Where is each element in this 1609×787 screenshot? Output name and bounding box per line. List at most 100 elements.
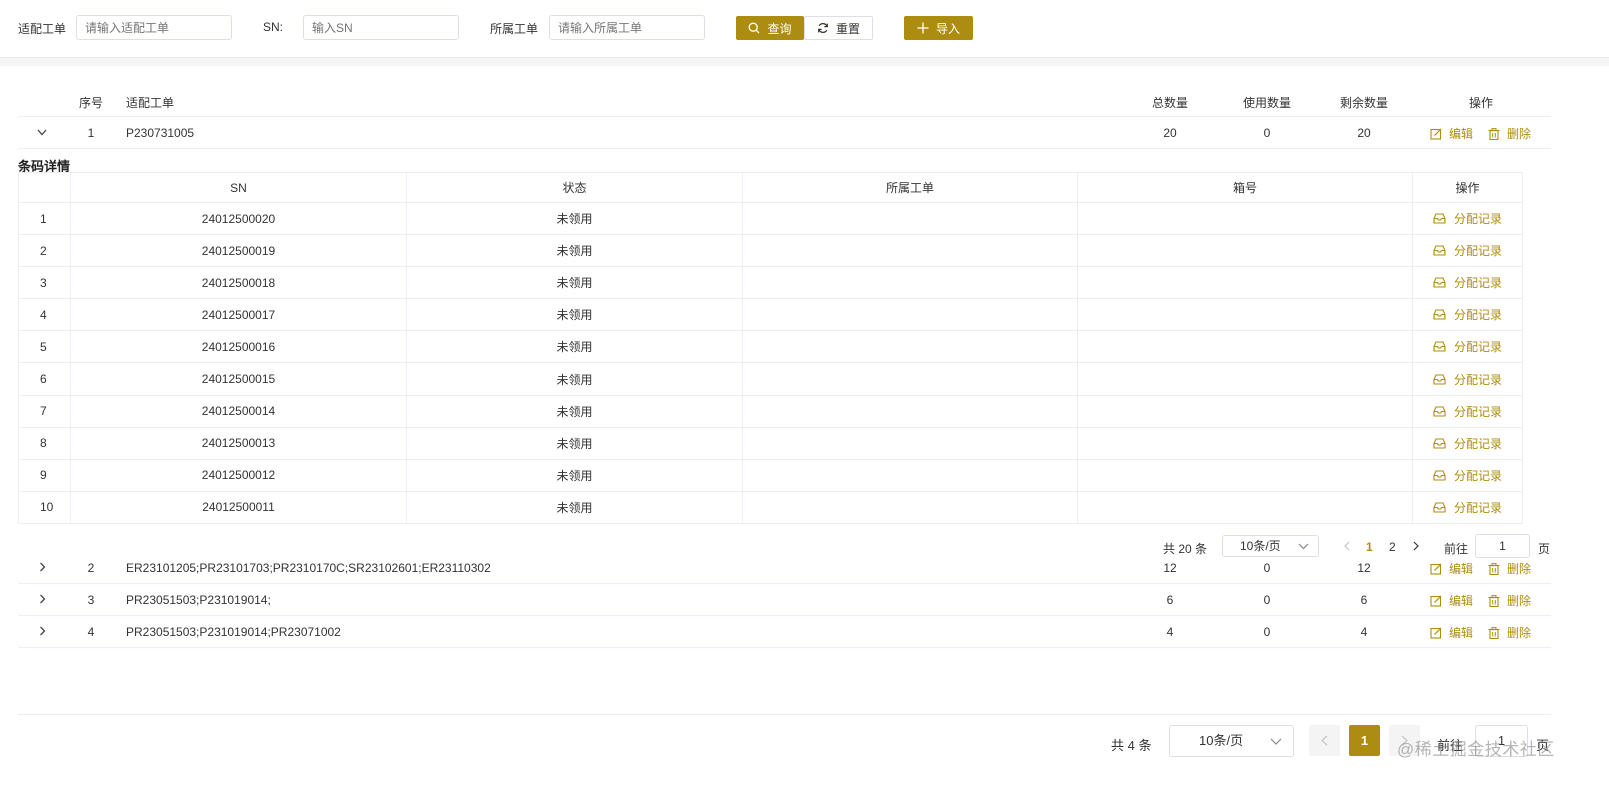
allocation-record-button[interactable]: 分配记录: [1433, 403, 1502, 420]
chevron-right-icon: [1413, 541, 1419, 551]
allocation-record-button[interactable]: 分配记录: [1433, 435, 1502, 452]
detail-page-size-value: 10条/页: [1240, 539, 1281, 553]
detail-header-actions: 操作: [1412, 172, 1523, 203]
detail-row-actions: 分配记录: [1412, 330, 1523, 364]
chevron-left-icon: [1321, 735, 1328, 746]
row-used: 0: [1263, 561, 1271, 575]
sn-input[interactable]: [303, 15, 459, 40]
detail-row-status: 未领用: [406, 234, 743, 268]
reset-button[interactable]: 重置: [804, 16, 873, 40]
reset-label: 重置: [835, 21, 860, 36]
allocation-record-button[interactable]: 分配记录: [1433, 306, 1502, 323]
delete-button[interactable]: 删除: [1488, 125, 1531, 142]
detail-header-row: SN 状态 所属工单 箱号 操作: [18, 172, 1523, 203]
edit-button[interactable]: 编辑: [1430, 125, 1473, 142]
detail-row-sn: 24012500016: [70, 330, 407, 364]
delete-label: 删除: [1507, 594, 1532, 608]
query-button[interactable]: 查询: [736, 16, 804, 40]
inbox-icon: [1433, 502, 1446, 513]
expand-icon[interactable]: [36, 624, 48, 638]
row-total: 12: [1163, 561, 1177, 575]
page-size-value: 10条/页: [1199, 733, 1244, 748]
edit-button[interactable]: 编辑: [1430, 560, 1473, 577]
allocation-record-label: 分配记录: [1453, 372, 1502, 387]
detail-row-index: 1: [18, 201, 71, 236]
edit-button[interactable]: 编辑: [1430, 624, 1473, 641]
expand-icon[interactable]: [36, 592, 48, 606]
inbox-icon: [1433, 245, 1446, 256]
detail-row-owner-order: [742, 426, 1078, 460]
edit-icon: [1430, 128, 1442, 140]
delete-label: 删除: [1507, 562, 1532, 576]
page-size-select[interactable]: 10条/页: [1169, 725, 1294, 757]
row-remaining: 4: [1360, 625, 1368, 639]
allocation-record-button[interactable]: 分配记录: [1433, 499, 1502, 516]
row-work-order: P230731005: [126, 126, 195, 140]
allocation-record-button[interactable]: 分配记录: [1433, 467, 1502, 484]
detail-row-actions: 分配记录: [1412, 426, 1523, 460]
detail-row-owner-order: [742, 362, 1078, 396]
trash-icon: [1488, 626, 1500, 639]
owner-order-input[interactable]: [549, 15, 705, 40]
search-icon: [748, 22, 760, 34]
chevron-left-icon: [1344, 541, 1350, 551]
detail-row-actions: 分配记录: [1412, 234, 1523, 268]
page-1-button[interactable]: 1: [1349, 725, 1380, 756]
detail-row: 7 24012500014 未领用 分配记录: [18, 394, 1523, 428]
expand-icon[interactable]: [36, 560, 48, 574]
detail-row-sn: 24012500015: [70, 362, 407, 396]
table-row: 1 P230731005 20 0 20 编辑 删除: [18, 117, 1551, 149]
detail-row-box-no: [1077, 298, 1413, 332]
row-index: 4: [87, 625, 95, 639]
allocation-record-button[interactable]: 分配记录: [1433, 338, 1502, 355]
inbox-icon: [1433, 438, 1446, 449]
detail-row-status: 未领用: [406, 394, 743, 428]
allocation-record-button[interactable]: 分配记录: [1433, 210, 1502, 227]
detail-row-box-no: [1077, 490, 1413, 524]
work-order-label: 适配工单: [18, 22, 67, 36]
header-total: 总数量: [1151, 96, 1189, 110]
row-total: 20: [1163, 126, 1177, 140]
allocation-record-button[interactable]: 分配记录: [1433, 274, 1502, 291]
detail-row-owner-order: [742, 458, 1078, 492]
allocation-record-label: 分配记录: [1453, 500, 1502, 515]
detail-header-status: 状态: [406, 172, 743, 203]
allocation-record-label: 分配记录: [1453, 340, 1502, 355]
trash-icon: [1488, 594, 1500, 607]
detail-row-index: 10: [18, 490, 71, 524]
row-work-order: PR23051503;P231019014;: [126, 593, 271, 607]
prev-page-button[interactable]: [1309, 725, 1340, 756]
detail-row-actions: 分配记录: [1412, 490, 1523, 524]
watermark: @稀土掘金技术社区: [1397, 740, 1555, 759]
detail-row: 6 24012500015 未领用 分配记录: [18, 362, 1523, 396]
detail-row-index: 6: [18, 362, 71, 396]
row-index: 3: [87, 593, 95, 607]
allocation-record-button[interactable]: 分配记录: [1433, 242, 1502, 259]
detail-row-sn: 24012500014: [70, 394, 407, 428]
import-button[interactable]: 导入: [904, 16, 973, 40]
edit-label: 编辑: [1449, 562, 1474, 576]
detail-prev-page-button[interactable]: [1342, 540, 1352, 552]
main-table-header: 序号 适配工单 总数量 使用数量 剩余数量 操作: [18, 86, 1551, 117]
row-work-order: ER23101205;PR23101703;PR2310170C;SR23102…: [126, 561, 491, 575]
delete-button[interactable]: 删除: [1488, 592, 1531, 609]
delete-button[interactable]: 删除: [1488, 560, 1531, 577]
edit-button[interactable]: 编辑: [1430, 592, 1473, 609]
allocation-record-button[interactable]: 分配记录: [1433, 371, 1502, 388]
detail-row-actions: 分配记录: [1412, 458, 1523, 492]
collapse-icon[interactable]: [36, 125, 48, 139]
inbox-icon: [1433, 309, 1446, 320]
detail-next-page-button[interactable]: [1411, 540, 1421, 552]
row-remaining: 20: [1357, 126, 1371, 140]
detail-row-box-no: [1077, 234, 1413, 268]
table-row: 4 PR23051503;P231019014;PR23071002 4 0 4 编辑 删除: [18, 616, 1551, 648]
inbox-icon: [1433, 341, 1446, 352]
header-actions: 操作: [1468, 96, 1494, 110]
row-work-order: PR23051503;P231019014;PR23071002: [126, 625, 341, 639]
detail-row-status: 未领用: [406, 201, 743, 236]
detail-row: 4 24012500017 未领用 分配记录: [18, 298, 1523, 332]
delete-button[interactable]: 删除: [1488, 624, 1531, 641]
detail-row-index: 8: [18, 426, 71, 460]
work-order-input[interactable]: [76, 15, 232, 40]
detail-row-owner-order: [742, 234, 1078, 268]
